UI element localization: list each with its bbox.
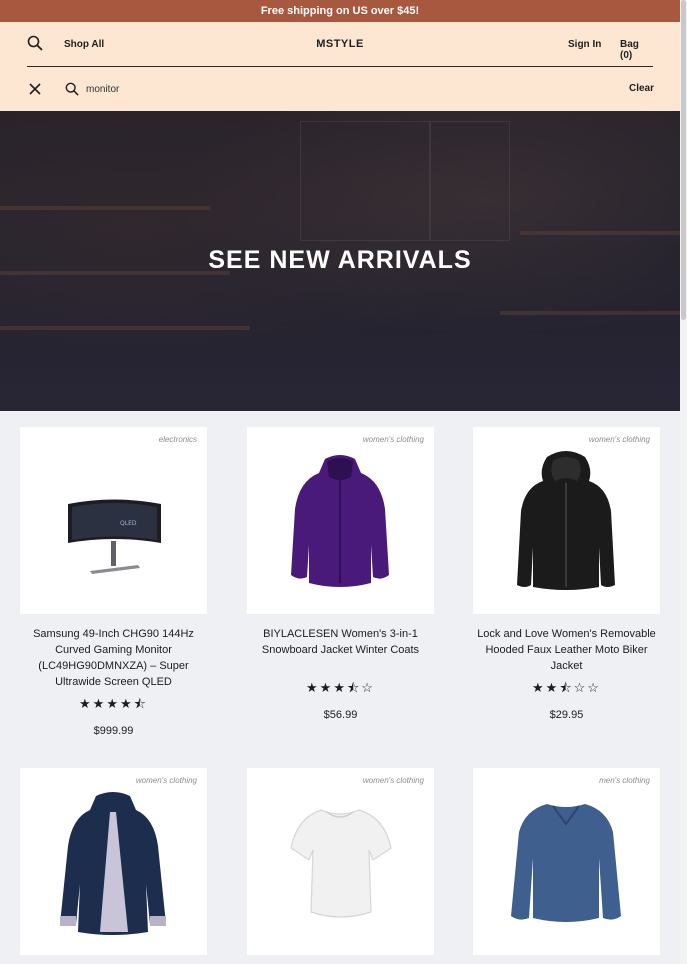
hero-banner[interactable]: SEE NEW ARRIVALS — [0, 111, 680, 411]
shop-all-link[interactable]: Shop All — [64, 39, 104, 50]
white-top-image — [290, 809, 392, 918]
sign-in-link[interactable]: Sign In — [568, 39, 601, 50]
product-card[interactable]: electronics QLED Samsung 49-Inch CHG90 1… — [20, 427, 207, 742]
search-icon — [65, 82, 79, 96]
search-icon[interactable] — [27, 35, 43, 51]
promo-banner: Free shipping on US over $45! — [0, 0, 680, 22]
product-image-frame[interactable]: men's clothing — [473, 768, 660, 955]
product-card[interactable]: women's clothing — [247, 768, 434, 955]
page-scrollbar[interactable] — [680, 0, 687, 964]
brand-logo[interactable]: MSTYLE — [316, 38, 364, 50]
header: Shop All MSTYLE Sign In Bag (0) Clear — [0, 22, 680, 111]
monitor-image: QLED — [68, 499, 161, 574]
product-card[interactable]: women's clothing BIYLACLESEN Women's 3-i… — [247, 427, 434, 727]
navy-coat-image — [60, 792, 166, 935]
hero-title: SEE NEW ARRIVALS — [208, 246, 472, 274]
product-rating: ★★★★⯪ — [79, 696, 148, 711]
product-category: electronics — [158, 435, 197, 444]
product-category: women's clothing — [135, 776, 197, 785]
product-card[interactable]: women's clothing Lock and Love Women's R… — [473, 427, 660, 727]
product-category: women's clothing — [362, 435, 424, 444]
product-category: women's clothing — [588, 435, 650, 444]
close-icon[interactable] — [29, 83, 41, 95]
brand-logo-wrap: MSTYLE — [27, 38, 653, 50]
product-name[interactable]: BIYLACLESEN Women's 3-in-1 Snowboard Jac… — [247, 626, 434, 658]
product-name[interactable]: Lock and Love Women's Removable Hooded F… — [473, 626, 660, 674]
promo-text: Free shipping on US over $45! — [260, 5, 420, 17]
search-bar: Clear — [0, 67, 680, 111]
product-category: men's clothing — [599, 776, 650, 785]
product-image-frame[interactable]: women's clothing — [247, 427, 434, 614]
product-price: $56.99 — [323, 709, 358, 721]
product-name[interactable]: Samsung 49-Inch CHG90 144Hz Curved Gamin… — [20, 626, 207, 690]
product-image-frame[interactable]: women's clothing — [473, 427, 660, 614]
product-image-frame[interactable]: women's clothing — [20, 768, 207, 955]
leather-jacket-image — [517, 451, 615, 590]
product-rating: ★★★⯪☆ — [306, 680, 375, 695]
product-price: $999.99 — [93, 725, 134, 737]
product-price: $29.95 — [549, 709, 584, 721]
scrollbar-thumb[interactable] — [681, 0, 686, 320]
search-input[interactable] — [86, 80, 586, 98]
clear-button[interactable]: Clear — [629, 83, 654, 94]
product-rating: ★★⯪☆☆ — [532, 680, 601, 695]
product-image-frame[interactable]: electronics QLED — [20, 427, 207, 614]
bag-link[interactable]: Bag (0) — [620, 39, 653, 61]
purple-jacket-image — [291, 455, 389, 587]
product-card[interactable]: men's clothing — [473, 768, 660, 955]
product-card[interactable]: women's clothing — [20, 768, 207, 955]
product-image-frame[interactable]: women's clothing — [247, 768, 434, 955]
svg-text:QLED: QLED — [120, 520, 137, 527]
top-nav: Shop All MSTYLE Sign In Bag (0) — [27, 22, 653, 67]
product-category: women's clothing — [362, 776, 424, 785]
blue-sweater-image — [511, 804, 621, 922]
